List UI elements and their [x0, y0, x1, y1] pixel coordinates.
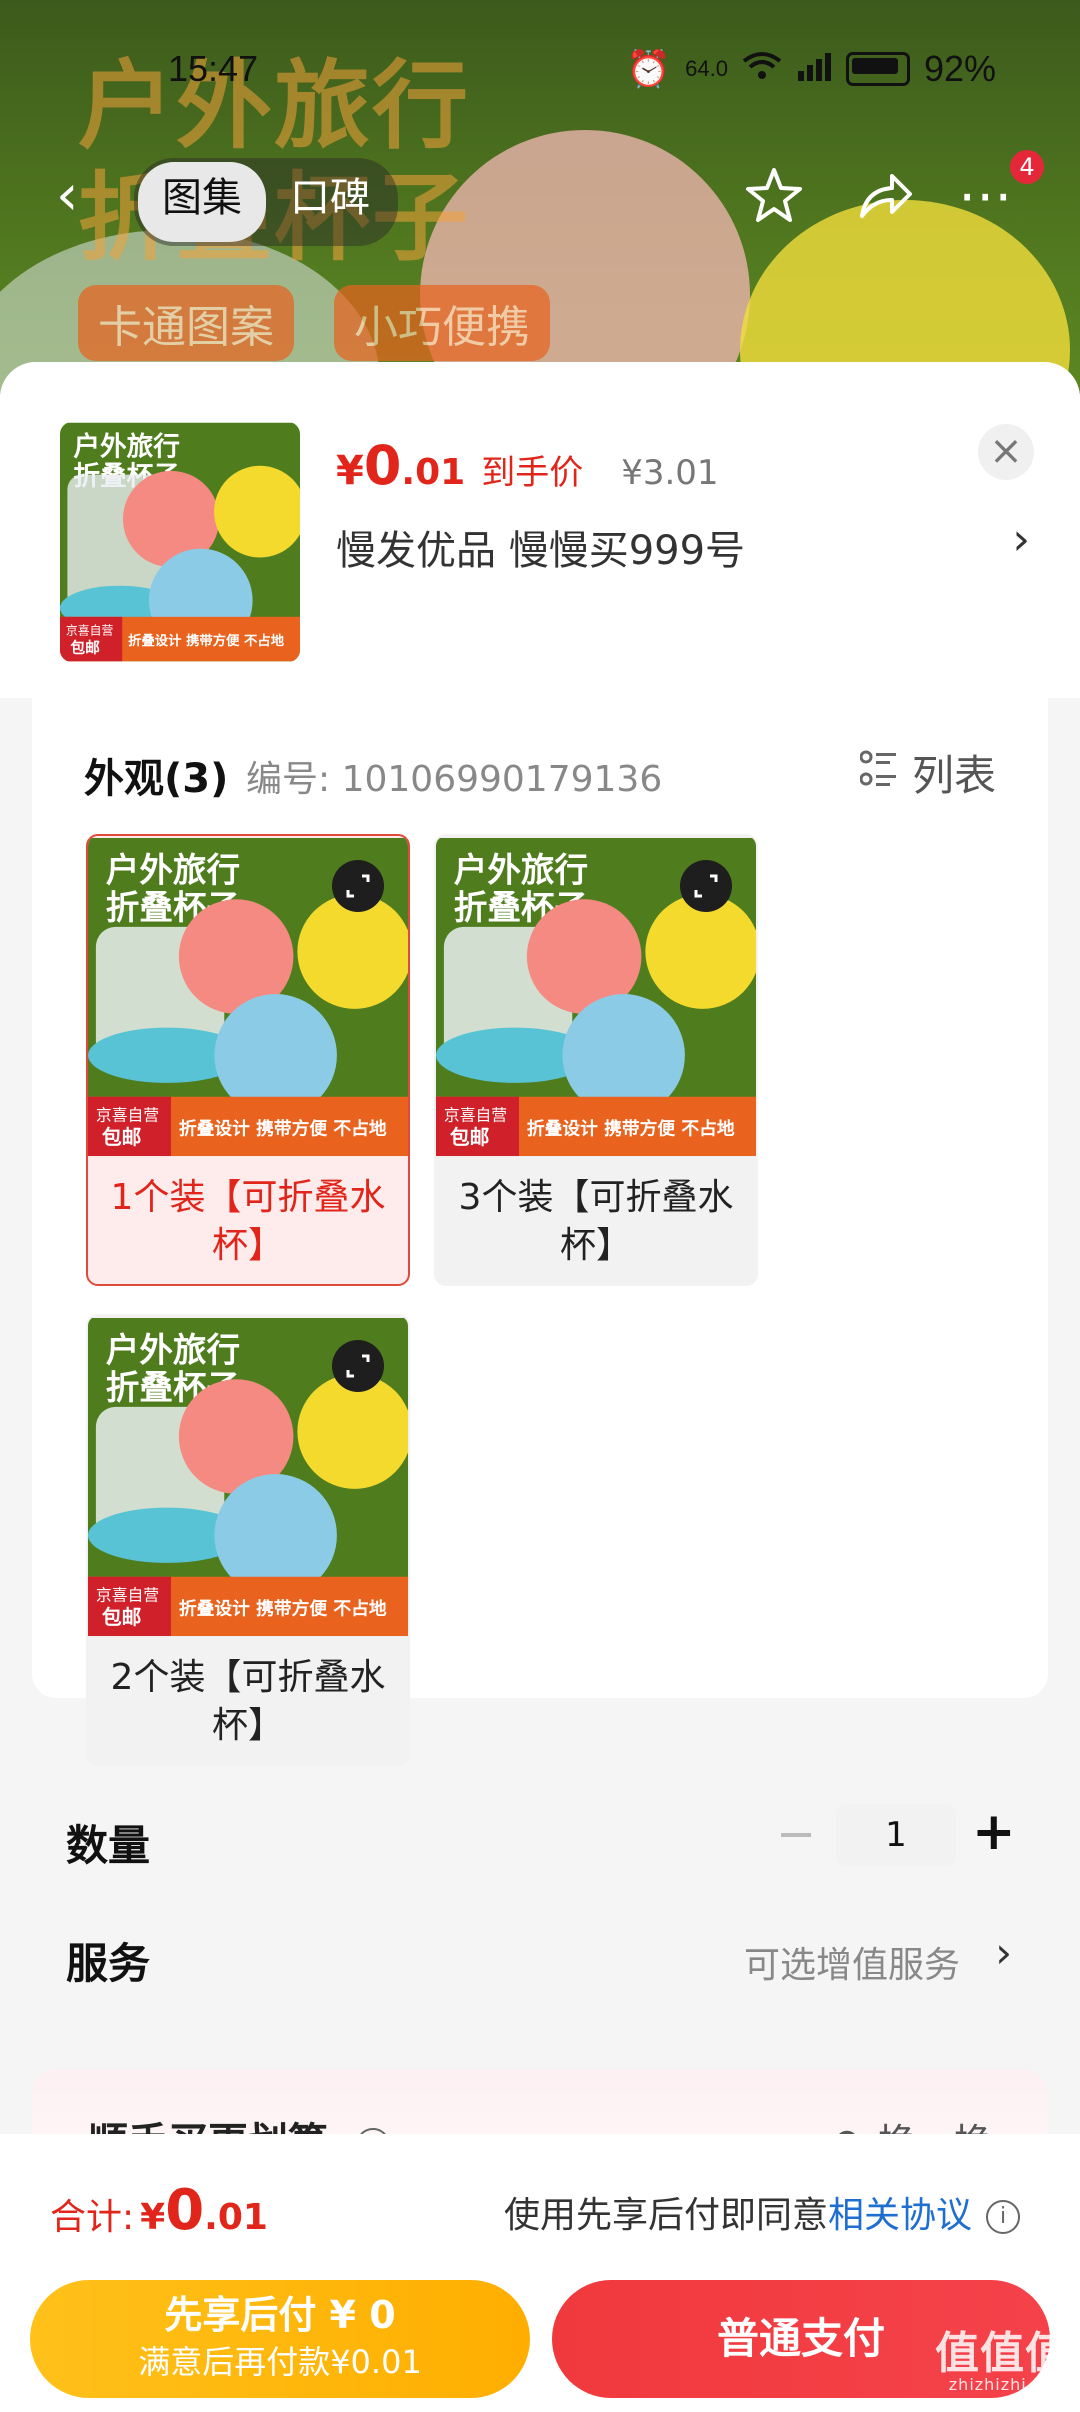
quantity-label: 数量 [66, 1821, 151, 1870]
service-row[interactable]: 服务 可选增值服务 › [66, 1922, 1016, 2002]
price-integer: 0 [363, 434, 402, 497]
favorite-star-icon[interactable] [742, 164, 806, 228]
variant-store-label-2: 包邮 [450, 1126, 490, 1149]
variant-option[interactable]: 户外旅行 折叠杯子 京喜自营 包邮 折叠设计 携带方便 不占地 1个装【可折叠水… [86, 834, 410, 1286]
total-symbol: ¥ [140, 2197, 166, 2238]
service-label: 服务 [66, 1939, 151, 1988]
battery-icon [845, 52, 910, 86]
share-icon[interactable] [852, 164, 916, 228]
wifi-icon [742, 48, 782, 90]
quantity-decrease-button[interactable]: − [776, 1806, 816, 1862]
list-label: 列表 [911, 751, 996, 800]
variant-footer-text: 折叠设计 携带方便 不占地 [527, 1117, 735, 1139]
alarm-icon: ⏰ [626, 48, 672, 89]
product-thumbnail[interactable]: 户外旅行 折叠杯子 京喜自营 包邮 折叠设计 携带方便 不占地 [60, 422, 300, 662]
expand-image-icon[interactable] [680, 860, 732, 912]
variant-store-label-1: 京喜自营 [444, 1105, 507, 1124]
variant-option[interactable]: 户外旅行 折叠杯子 京喜自营 包邮 折叠设计 携带方便 不占地 3个装【可折叠水… [434, 834, 758, 1286]
pay-later-title: 先享后付 ¥ 0 [164, 2293, 396, 2337]
tab-gallery[interactable]: 图集 [138, 162, 266, 242]
gallery-tabs: 图集 口碑 [134, 158, 398, 246]
close-button[interactable]: × [978, 424, 1034, 480]
quantity-increase-button[interactable]: + [972, 1802, 1016, 1862]
variant-option[interactable]: 户外旅行 折叠杯子 京喜自营 包邮 折叠设计 携带方便 不占地 2个装【可折叠水… [86, 1314, 410, 1766]
variant-label: 3个装【可折叠水杯】 [458, 1177, 734, 1266]
status-bar: 15:47 ⏰ 64.0 92% [0, 40, 1080, 100]
price-row: ¥ 0 .01 到手价 ¥3.01 [336, 434, 719, 497]
variant-image-title-1: 户外旅行 [454, 850, 588, 889]
service-hint: 可选增值服务 [743, 1945, 960, 1986]
thumb-store-label-2: 包邮 [70, 638, 100, 656]
info-icon[interactable]: i [986, 2200, 1020, 2234]
chevron-right-icon[interactable]: › [1012, 514, 1030, 565]
total-decimal: .01 [204, 2197, 268, 2238]
price-decimal: .01 [401, 452, 466, 493]
list-view-toggle[interactable]: 列表 [859, 742, 996, 803]
banner-tag: 卡通图案 [78, 285, 294, 361]
shop-name[interactable]: 慢发优品 慢慢买999号 [336, 518, 745, 576]
variant-label: 1个装【可折叠水杯】 [110, 1177, 386, 1266]
product-code: 编号: 10106990179136 [246, 759, 663, 800]
checkout-footer: 合计: ¥ 0 .01 使用先享后付即同意相关协议 i 先享后付 ¥ 0 满意后再… [0, 2134, 1080, 2412]
appearance-title: 外观(3) [84, 756, 229, 802]
variant-footer-text: 折叠设计 携带方便 不占地 [179, 1597, 387, 1619]
original-price: ¥3.01 [621, 453, 719, 493]
signal-icon [796, 48, 832, 90]
more-options-icon[interactable]: ⋯ [958, 164, 1014, 228]
status-time: 15:47 [168, 48, 259, 89]
top-navigation: ‹ 图集 口碑 ⋯ 4 [0, 150, 1080, 246]
total-integer: 0 [165, 2178, 205, 2243]
quantity-value[interactable]: 1 [836, 1804, 956, 1866]
banner-tag: 小巧便携 [334, 285, 550, 361]
thumb-footer-text: 折叠设计 携带方便 不占地 [128, 632, 285, 649]
final-price-label: 到手价 [481, 453, 584, 493]
thumb-title-line1: 户外旅行 [73, 431, 180, 462]
sheet-header: 户外旅行 折叠杯子 京喜自营 包邮 折叠设计 携带方便 不占地 ¥ 0 .01 … [0, 362, 1080, 698]
sku-selector-sheet: 户外旅行 折叠杯子 京喜自营 包邮 折叠设计 携带方便 不占地 ¥ 0 .01 … [0, 362, 1080, 2412]
net-speed: 64.0 [685, 56, 728, 81]
battery-percent: 92% [923, 48, 996, 89]
options-card: 外观(3) 编号: 10106990179136 列表 户外旅行 折叠杯子 京喜… [32, 698, 1048, 1766]
expand-image-icon[interactable] [332, 860, 384, 912]
variant-store-label-1: 京喜自营 [96, 1585, 159, 1604]
back-button[interactable]: ‹ [56, 168, 96, 224]
expand-image-icon[interactable] [332, 1340, 384, 1392]
agreement-link[interactable]: 相关协议 [828, 2195, 972, 2236]
status-icons: ⏰ 64.0 92% [626, 48, 996, 90]
variant-store-label-1: 京喜自营 [96, 1105, 159, 1124]
pay-later-button[interactable]: 先享后付 ¥ 0 满意后再付款¥0.01 [30, 2280, 530, 2398]
notification-badge: 4 [1010, 150, 1044, 184]
total-label: 合计: [50, 2197, 135, 2238]
variant-footer-text: 折叠设计 携带方便 不占地 [179, 1117, 387, 1139]
watermark-logo: 值值值 zhizhizhi.com [935, 2328, 1070, 2394]
agreement-text: 使用先享后付即同意相关协议 i [504, 2186, 1020, 2238]
list-icon [859, 748, 898, 797]
variant-image-title-1: 户外旅行 [106, 1330, 240, 1369]
variant-store-label-2: 包邮 [102, 1126, 142, 1149]
chevron-right-icon: › [995, 1928, 1012, 1977]
banner-tags: 卡通图案 小巧便携 [78, 285, 550, 361]
quantity-row: 数量 − 1 + [66, 1800, 1016, 1880]
variant-store-label-2: 包邮 [102, 1606, 142, 1629]
pay-later-subtitle: 满意后再付款¥0.01 [138, 2343, 422, 2381]
total-price: 合计: ¥ 0 .01 [50, 2178, 268, 2243]
tab-reviews[interactable]: 口碑 [266, 162, 394, 242]
thumb-store-label-1: 京喜自营 [66, 624, 114, 638]
variant-label: 2个装【可折叠水杯】 [110, 1657, 386, 1746]
price-symbol: ¥ [336, 448, 364, 494]
variant-image-title-1: 户外旅行 [106, 850, 240, 889]
